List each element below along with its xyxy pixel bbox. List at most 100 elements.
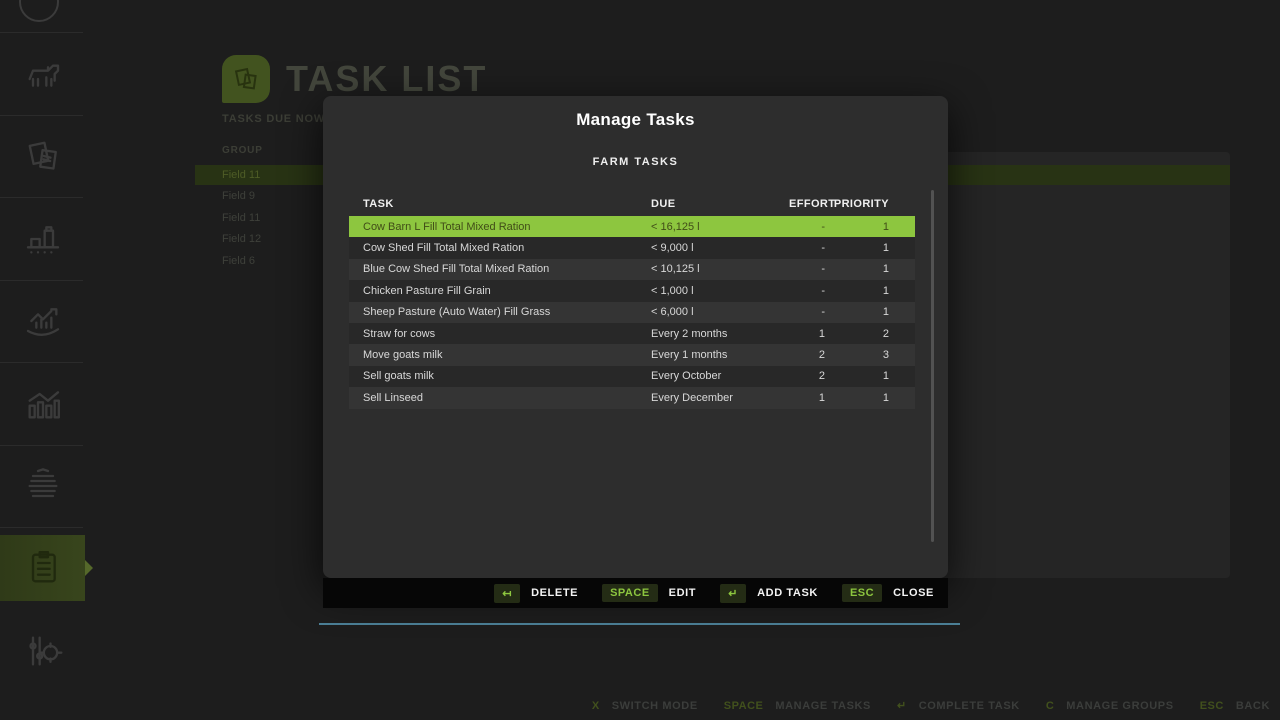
- task-effort-cell: 1: [789, 328, 825, 340]
- button-label: DELETE: [531, 587, 578, 599]
- help-bar: X SWITCH MODE SPACE MANAGE TASKS ↵COMPLETE T…: [592, 699, 1270, 712]
- hint-label: SWITCH MODE: [612, 700, 698, 712]
- sidebar-item-statistics[interactable]: [0, 371, 85, 437]
- divider: [0, 115, 83, 116]
- statistics-bar-chart-icon: [23, 384, 63, 424]
- column-header-task: TASK: [363, 198, 651, 210]
- task-priority-cell: 1: [825, 392, 891, 404]
- task-table: TASK DUE EFFORT PRIORITY Cow Barn L Fill…: [349, 194, 915, 409]
- key-hint: C: [1046, 700, 1054, 712]
- task-effort-cell: -: [789, 263, 825, 275]
- sidebar-item-animals[interactable]: [0, 41, 85, 107]
- task-name-cell: Sell goats milk: [363, 370, 651, 382]
- manage-tasks-dialog: Manage Tasks FARM TASKS TASK DUE EFFORT …: [323, 96, 948, 578]
- back-hint[interactable]: ESCBACK: [1200, 700, 1270, 712]
- hint-label: BACK: [1236, 700, 1270, 712]
- button-label: EDIT: [669, 587, 696, 599]
- task-name-cell: Sell Linseed: [363, 392, 651, 404]
- task-due-cell: < 1,000 l: [651, 285, 789, 297]
- switch-mode-hint[interactable]: X SWITCH MODE: [592, 700, 698, 712]
- sidebar-item-settings[interactable]: [0, 618, 85, 684]
- task-row[interactable]: Sell goats milkEvery October21: [349, 366, 915, 387]
- hint-label: MANAGE TASKS: [775, 700, 871, 712]
- task-row[interactable]: Blue Cow Shed Fill Total Mixed Ration< 1…: [349, 259, 915, 280]
- production-icon: [23, 219, 63, 259]
- button-label: ADD TASK: [757, 587, 818, 599]
- clock-circle-icon: [19, 0, 59, 22]
- hint-label: MANAGE GROUPS: [1066, 700, 1173, 712]
- sidebar-item-production[interactable]: [0, 206, 85, 272]
- divider: [0, 527, 83, 528]
- task-row[interactable]: Sheep Pasture (Auto Water) Fill Grass< 6…: [349, 302, 915, 323]
- divider: [0, 280, 83, 281]
- table-header-row: TASK DUE EFFORT PRIORITY: [349, 194, 915, 214]
- group-column-label: GROUP: [222, 145, 263, 156]
- close-button[interactable]: ESC CLOSE: [842, 584, 934, 602]
- sidebar-item-task-list[interactable]: [0, 535, 85, 601]
- task-effort-cell: 2: [789, 370, 825, 382]
- task-effort-cell: -: [789, 306, 825, 318]
- task-priority-cell: 1: [825, 221, 891, 233]
- dialog-title: Manage Tasks: [323, 110, 948, 130]
- page-title: TASK LIST: [286, 58, 487, 100]
- task-due-cell: < 10,125 l: [651, 263, 789, 275]
- manage-tasks-hint[interactable]: SPACE MANAGE TASKS: [724, 700, 871, 712]
- manage-groups-hint[interactable]: C MANAGE GROUPS: [1046, 700, 1174, 712]
- animals-cow-icon: [23, 54, 63, 94]
- column-header-priority: PRIORITY: [825, 198, 891, 210]
- task-priority-cell: 2: [825, 328, 891, 340]
- task-due-cell: < 16,125 l: [651, 221, 789, 233]
- sidebar-selected-arrow-icon: [85, 560, 93, 576]
- task-row[interactable]: Straw for cowsEvery 2 months12: [349, 323, 915, 344]
- task-priority-cell: 1: [825, 263, 891, 275]
- complete-task-hint[interactable]: ↵COMPLETE TASK: [897, 699, 1020, 712]
- task-due-cell: Every 1 months: [651, 349, 789, 361]
- key-hint: SPACE: [724, 700, 764, 712]
- task-effort-cell: 2: [789, 349, 825, 361]
- column-header-effort: EFFORT: [789, 198, 825, 210]
- task-due-cell: Every October: [651, 370, 789, 382]
- task-name-cell: Move goats milk: [363, 349, 651, 361]
- task-due-cell: Every December: [651, 392, 789, 404]
- key-hint: X: [592, 700, 600, 712]
- mod-logo-icon: [23, 466, 63, 506]
- task-effort-cell: 1: [789, 392, 825, 404]
- task-priority-cell: 1: [825, 242, 891, 254]
- task-name-cell: Blue Cow Shed Fill Total Mixed Ration: [363, 263, 651, 275]
- task-row[interactable]: Cow Shed Fill Total Mixed Ration< 9,000 …: [349, 237, 915, 258]
- add-task-button[interactable]: ↵ADD TASK: [720, 584, 818, 603]
- sidebar-item-mod-hub[interactable]: [0, 453, 85, 519]
- delete-button[interactable]: ↤ DELETE: [494, 584, 578, 603]
- task-priority-cell: 3: [825, 349, 891, 361]
- column-header-due: DUE: [651, 198, 789, 210]
- task-row[interactable]: Cow Barn L Fill Total Mixed Ration< 16,1…: [349, 216, 915, 237]
- task-due-cell: < 6,000 l: [651, 306, 789, 318]
- key-hint: ↵: [897, 699, 907, 712]
- task-effort-cell: -: [789, 242, 825, 254]
- group-pager-label: FARM TASKS: [323, 156, 948, 168]
- task-row[interactable]: Chicken Pasture Fill Grain< 1,000 l-1: [349, 280, 915, 301]
- space-key: SPACE: [602, 584, 658, 602]
- task-row[interactable]: Sell LinseedEvery December11: [349, 387, 915, 408]
- backspace-key-icon: ↤: [494, 584, 520, 603]
- tasks-due-now-label: TASKS DUE NOW: [222, 113, 325, 125]
- task-due-cell: Every 2 months: [651, 328, 789, 340]
- focus-divider-line: [319, 623, 960, 625]
- sidebar-item-finances[interactable]: [0, 288, 85, 354]
- task-due-cell: < 9,000 l: [651, 242, 789, 254]
- task-row[interactable]: Move goats milkEvery 1 months23: [349, 344, 915, 365]
- sidebar-item-contracts[interactable]: [0, 123, 85, 189]
- task-list-clipboard-icon: [23, 548, 63, 588]
- task-list-documents-icon: [231, 64, 261, 94]
- dialog-button-bar: ↤ DELETE SPACE EDIT ↵ADD TASK ESC CLOSE: [323, 578, 948, 608]
- task-effort-cell: -: [789, 221, 825, 233]
- finances-growth-hand-icon: [23, 301, 63, 341]
- scrollbar[interactable]: [931, 190, 934, 542]
- task-effort-cell: -: [789, 285, 825, 297]
- button-label: CLOSE: [893, 587, 934, 599]
- task-name-cell: Chicken Pasture Fill Grain: [363, 285, 651, 297]
- esc-key: ESC: [842, 584, 882, 602]
- contracts-documents-icon: [23, 136, 63, 176]
- task-priority-cell: 1: [825, 370, 891, 382]
- edit-button[interactable]: SPACE EDIT: [602, 584, 696, 602]
